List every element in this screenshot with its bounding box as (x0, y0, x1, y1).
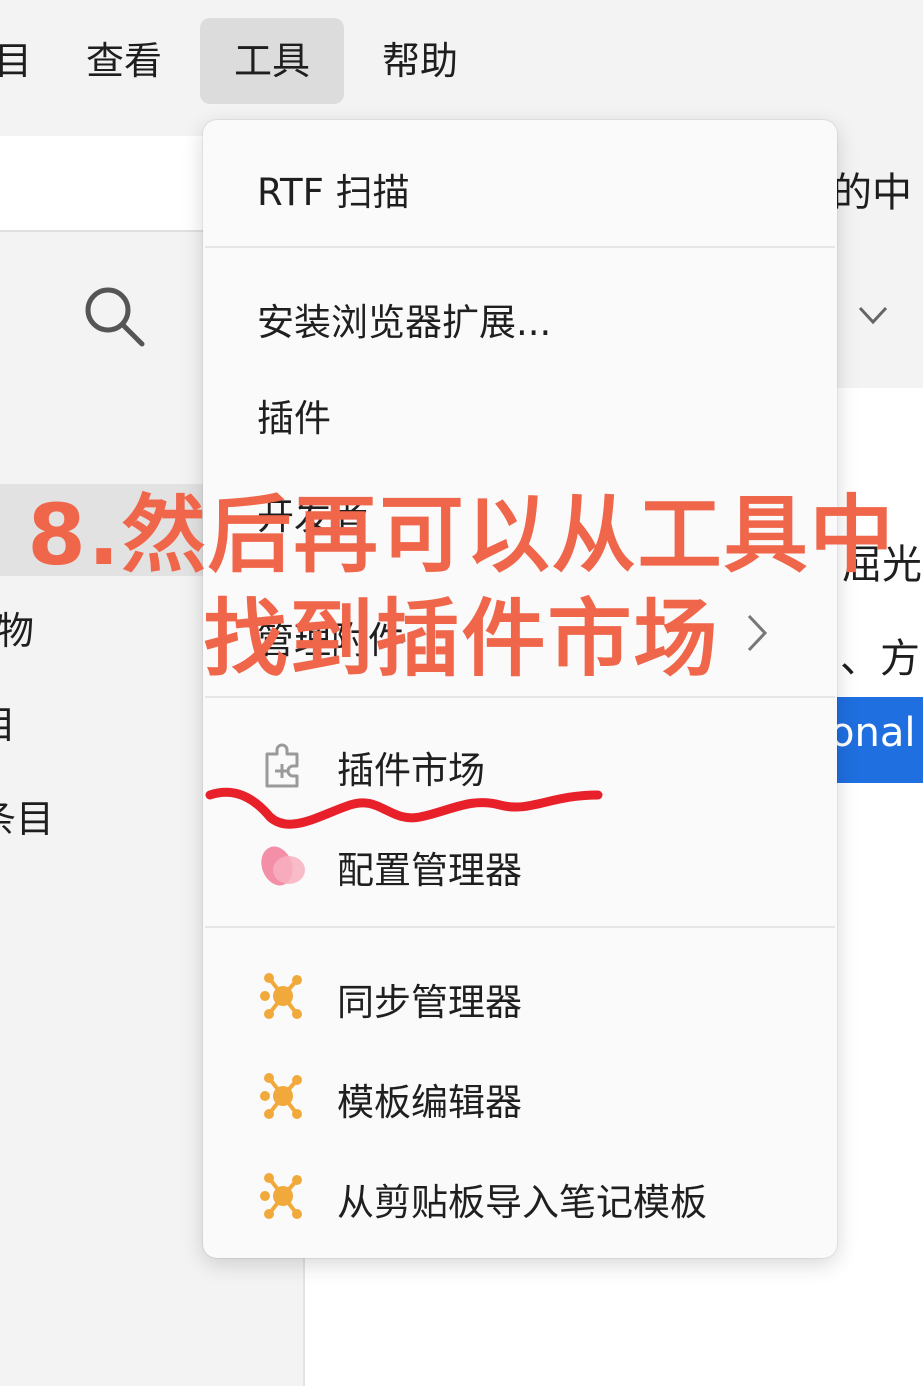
menu-item-template-editor[interactable]: 模板编辑器 (337, 1072, 522, 1126)
left-item-label[interactable]: 目 (0, 694, 16, 749)
molecule-icon (260, 1173, 302, 1219)
menu-item-sync-manager[interactable]: 同步管理器 (337, 972, 522, 1026)
main-snippet: 的中 (832, 170, 912, 216)
search-input[interactable] (0, 136, 208, 232)
petal-icon (261, 846, 305, 886)
menu-separator (205, 926, 835, 928)
menu-item-import-note-template[interactable]: 从剪贴板导入笔记模板 (337, 1172, 707, 1226)
annotation-caption-line1: 8.然后再可以从工具中 (27, 486, 896, 584)
menu-separator (205, 696, 835, 698)
search-icon[interactable] (80, 282, 150, 352)
chevron-down-icon[interactable] (856, 302, 890, 330)
main-snippet: onal (830, 710, 916, 756)
menu-tools[interactable]: 工具 (200, 18, 345, 104)
menu-help[interactable]: 帮助 (348, 18, 492, 104)
hand-drawn-underline (205, 787, 603, 829)
menu-item-plugins[interactable]: 插件 (257, 388, 331, 442)
menu-view[interactable]: 查看 (52, 18, 196, 104)
menu-item-rtf-scan[interactable]: RTF 扫描 (257, 162, 410, 216)
menu-separator (205, 246, 835, 248)
menu-bar: 目 查看 工具 帮助 (0, 0, 923, 120)
annotation-caption-line2: 找到插件市场 (203, 590, 720, 688)
menu-item-config-manager[interactable]: 配置管理器 (337, 840, 522, 894)
molecule-icon (260, 973, 302, 1019)
left-item-label[interactable]: 条目 (0, 788, 54, 843)
molecule-icon (260, 1073, 302, 1119)
menu-item-install-browser-extension[interactable]: 安装浏览器扩展... (257, 292, 551, 346)
